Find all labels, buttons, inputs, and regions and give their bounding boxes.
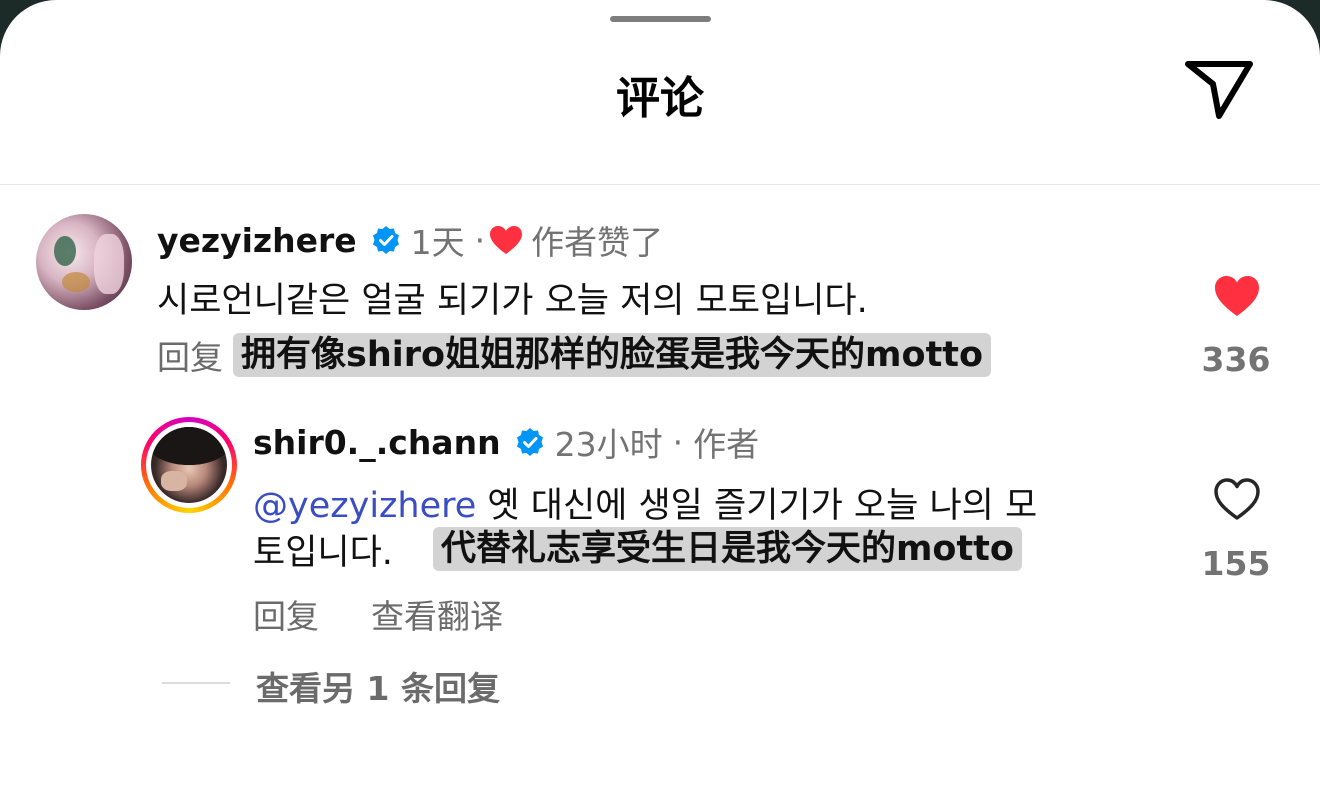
see-translation-button[interactable]: 查看翻译 — [371, 590, 503, 638]
verified-badge-icon — [516, 428, 543, 456]
verified-badge-icon — [372, 226, 399, 254]
reply-text-line1: @yezyizhere 옛 대신에 생일 즐기기가 오늘 나의 모 — [253, 477, 1037, 528]
like-count: 336 — [1201, 340, 1271, 379]
comment-header: yezyizhere 1天 · 作者赞了 — [157, 218, 664, 263]
translation-text: 拥有像shiro姐姐那样的脸蛋是我今天的motto — [233, 333, 992, 377]
avatar[interactable] — [36, 214, 132, 310]
like-heart-icon[interactable] — [1213, 274, 1261, 318]
heart-icon — [490, 226, 523, 254]
page-title: 评论 — [616, 73, 704, 124]
reply-text-continued: 토입니다. — [253, 532, 393, 573]
reply-time: 23小时 — [554, 425, 663, 464]
author-label: 作者 — [693, 425, 760, 464]
view-more-replies-button[interactable]: 查看另 1 条回复 — [256, 662, 500, 710]
mention-link[interactable]: @yezyizhere — [253, 486, 476, 526]
reply-text-line2: 토입니다. 代替礼志享受生日是我今天的motto — [253, 526, 1022, 573]
liked-by-author-label: 作者赞了 — [531, 223, 664, 262]
avatar-story-ring[interactable] — [141, 417, 237, 513]
reply-actions: 回复 查看翻译 — [253, 590, 503, 638]
reply-header: shir0._.chann 23小时 · 作者 — [253, 420, 760, 465]
reply-text: 옛 대신에 생일 즐기기가 오늘 나의 모 — [476, 486, 1038, 526]
reply-button[interactable]: 回复 — [253, 590, 319, 638]
username[interactable]: yezyizhere — [157, 221, 357, 260]
meta-separator: · — [474, 220, 486, 260]
comments-sheet: 评论 yezyizhere 1天 · 作者赞了 시로언니같은 얼굴 되기가 오늘… — [0, 0, 1320, 790]
heart-outline-icon[interactable] — [1212, 476, 1262, 522]
paper-plane-icon[interactable] — [1183, 56, 1255, 122]
avatar[interactable] — [151, 427, 227, 503]
username[interactable]: shir0._.chann — [253, 423, 501, 462]
sheet-grabber[interactable] — [610, 16, 711, 22]
more-replies-line — [162, 682, 230, 684]
meta-separator: · — [672, 422, 684, 462]
translation-text: 代替礼志享受生日是我今天的motto — [432, 527, 1022, 571]
reply-button[interactable]: 回复 — [157, 331, 223, 379]
like-count: 155 — [1201, 544, 1271, 583]
comment-time: 1天 — [410, 223, 465, 262]
comment-actions: 回复 拥有像shiro姐姐那样的脸蛋是我今天的motto — [157, 331, 992, 379]
header-divider — [0, 184, 1320, 185]
comment-text: 시로언니같은 얼굴 되기가 오늘 저의 모토입니다. — [157, 281, 868, 321]
